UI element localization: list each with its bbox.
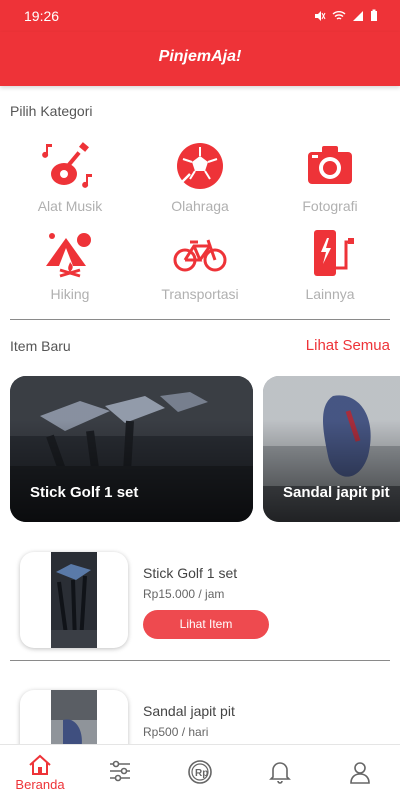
nav-notifikasi[interactable] xyxy=(240,745,320,800)
item-price: Rp500 / hari xyxy=(143,725,209,739)
status-bar: 19:26 xyxy=(0,0,400,32)
category-label: Olahraga xyxy=(171,198,229,214)
divider xyxy=(10,660,390,661)
see-all-link[interactable]: Lihat Semua xyxy=(306,337,390,354)
view-item-button[interactable]: Lihat Item xyxy=(143,610,269,639)
tent-icon xyxy=(46,233,91,278)
category-olahraga[interactable]: Olahraga xyxy=(145,140,255,214)
home-icon xyxy=(29,754,51,775)
item-name: Stick Golf 1 set xyxy=(143,565,238,581)
music-guitar-icon xyxy=(42,142,92,188)
svg-text:Rp: Rp xyxy=(195,768,208,779)
status-icons xyxy=(314,9,378,22)
bell-icon xyxy=(269,762,291,784)
item-name: Sandal japit pit xyxy=(143,703,235,719)
category-hiking[interactable]: Hiking xyxy=(15,228,125,302)
category-fotografi[interactable]: Fotografi xyxy=(275,140,385,214)
nav-filter[interactable] xyxy=(80,745,160,800)
wifi-icon xyxy=(332,10,346,20)
divider xyxy=(10,319,390,320)
sliders-icon xyxy=(110,760,130,782)
category-label: Alat Musik xyxy=(37,198,103,214)
signal-icon xyxy=(353,10,363,21)
featured-card-title: Sandal japit pit xyxy=(283,484,390,501)
featured-card-stick-golf[interactable]: Stick Golf 1 set xyxy=(10,376,253,522)
featured-card-title: Stick Golf 1 set xyxy=(30,484,139,501)
item-price: Rp15.000 / jam xyxy=(143,587,225,601)
new-items-title: Item Baru xyxy=(10,338,71,354)
app-title: PinjemAja! xyxy=(158,48,242,65)
category-label: Fotografi xyxy=(302,198,358,214)
app-bar: PinjemAja! xyxy=(0,32,400,86)
nav-label: Beranda xyxy=(15,777,65,792)
camera-icon xyxy=(308,146,352,184)
category-label: Lainnya xyxy=(305,286,355,302)
nav-beranda[interactable]: Beranda xyxy=(0,745,80,800)
category-label: Transportasi xyxy=(161,286,239,302)
soccer-ball-icon xyxy=(177,143,223,189)
featured-card-sandal[interactable]: Sandal japit pit xyxy=(263,376,400,522)
bicycle-icon xyxy=(173,239,227,272)
nav-profil[interactable] xyxy=(320,745,400,800)
power-bank-icon xyxy=(314,230,354,276)
item-thumbnail[interactable] xyxy=(20,552,128,648)
golf-clubs-thumb xyxy=(51,552,97,648)
battery-icon xyxy=(371,9,377,21)
category-alat-musik[interactable]: Alat Musik xyxy=(15,140,125,214)
category-transportasi[interactable]: Transportasi xyxy=(145,228,255,302)
category-label: Hiking xyxy=(50,286,90,302)
rupiah-coin-icon: Rp xyxy=(188,760,212,784)
bottom-navigation: Beranda Rp xyxy=(0,744,400,800)
mute-icon xyxy=(315,10,326,21)
status-time: 19:26 xyxy=(24,8,60,24)
category-section-title: Pilih Kategori xyxy=(10,103,93,119)
nav-transaksi[interactable]: Rp xyxy=(160,745,240,800)
user-icon xyxy=(350,762,370,784)
category-lainnya[interactable]: Lainnya xyxy=(275,228,385,302)
